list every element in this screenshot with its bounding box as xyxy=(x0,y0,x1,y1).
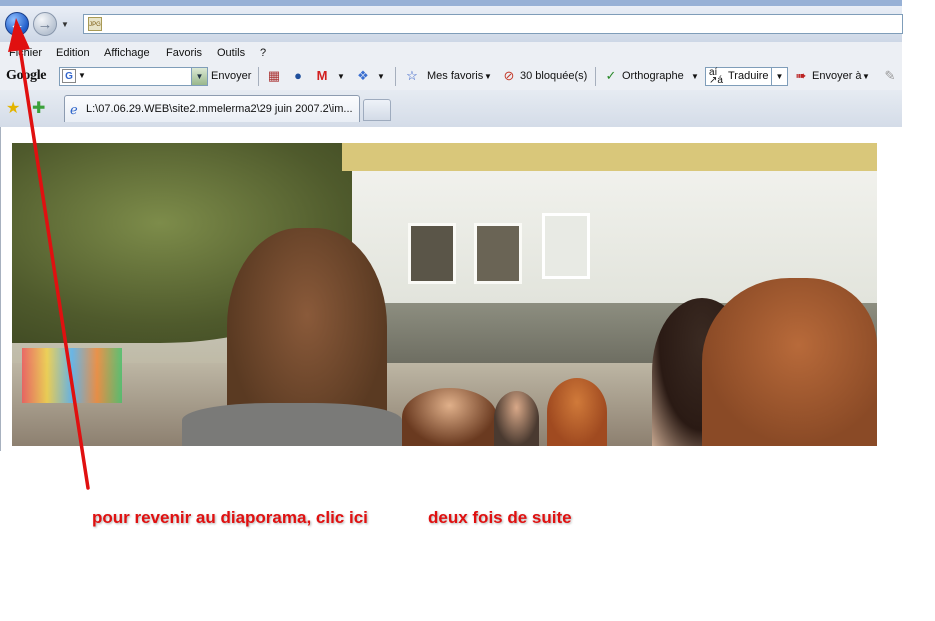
mural xyxy=(22,348,122,403)
caret-down-icon: ▼ xyxy=(78,71,86,80)
menu-edit[interactable]: Edition xyxy=(56,47,90,59)
forward-button[interactable]: → xyxy=(33,12,57,36)
translate-icon: aí ↗á xyxy=(709,67,723,86)
toolbar-separator xyxy=(595,67,596,86)
google-search-input[interactable]: G ▼ ▼ xyxy=(59,67,208,86)
popups-blocked-button[interactable]: 30 bloquée(s) xyxy=(520,70,587,82)
window xyxy=(542,213,590,279)
caret-down-icon[interactable]: ▼ xyxy=(771,68,787,85)
window xyxy=(408,223,456,284)
google-toolbar: Google G ▼ ▼ Envoyer ▦ ● M ▼ ❖ ▼ ☆ Mes f… xyxy=(0,64,902,91)
ie-page-icon: ℯ xyxy=(70,102,78,117)
translate-label: Traduire xyxy=(728,70,769,82)
browser-window: ← → ▼ JPG Fichier Edition Affichage Favo… xyxy=(0,0,903,128)
menu-favorites[interactable]: Favoris xyxy=(166,47,202,59)
menu-bar: Fichier Edition Affichage Favoris Outils… xyxy=(0,42,902,64)
jpg-file-icon: JPG xyxy=(88,17,102,31)
back-button[interactable]: ← xyxy=(5,12,29,36)
add-favorites-icon[interactable]: ✚ xyxy=(32,98,45,118)
person-face xyxy=(402,388,497,446)
highlighter-icon[interactable]: ✎ xyxy=(882,68,898,84)
popup-blocker-icon: ⊘ xyxy=(503,68,515,83)
pagerank-icon[interactable]: ▦ xyxy=(266,68,282,84)
history-dropdown-icon[interactable]: ▼ xyxy=(61,20,69,29)
person-auburn-hair xyxy=(702,278,877,446)
spellcheck-icon: ✓ xyxy=(605,68,617,83)
google-send-button[interactable]: Envoyer xyxy=(211,70,251,82)
globe-icon[interactable]: ● xyxy=(290,68,306,84)
caret-down-icon[interactable]: ▼ xyxy=(484,72,492,81)
search-dropdown-button[interactable]: ▼ xyxy=(191,68,207,85)
tab-bar: ★ ✚ ℯ L:\07.06.29.WEB\site2.mmelerma2\29… xyxy=(0,90,902,128)
navigation-bar: ← → ▼ JPG xyxy=(0,6,903,42)
instruction-text-left: pour revenir au diaporama, clic ici xyxy=(92,508,368,527)
toolbar-separator xyxy=(395,67,396,86)
google-g-icon: G xyxy=(62,69,76,83)
caret-down-icon[interactable]: ▼ xyxy=(862,72,870,81)
menu-help[interactable]: ? xyxy=(260,47,266,59)
star-outline-icon: ☆ xyxy=(406,68,418,83)
menu-view[interactable]: Affichage xyxy=(104,47,150,59)
send-to-icon: ➠ xyxy=(795,68,807,83)
window xyxy=(474,223,522,284)
person-shoulder xyxy=(182,403,402,446)
spellcheck-button[interactable]: Orthographe xyxy=(622,70,684,82)
gmail-icon[interactable]: M xyxy=(314,68,330,84)
translate-button[interactable]: aí ↗á Traduire ▼ xyxy=(705,67,788,86)
arrow-left-icon: ← xyxy=(9,15,25,33)
new-tab-button[interactable] xyxy=(363,99,391,121)
google-logo: Google xyxy=(6,68,47,83)
caret-down-icon[interactable]: ▼ xyxy=(337,72,345,81)
tab-title: L:\07.06.29.WEB\site2.mmelerma2\29 juin … xyxy=(86,103,353,115)
puzzle-icon[interactable]: ❖ xyxy=(355,68,371,84)
caret-down-icon[interactable]: ▼ xyxy=(691,72,699,81)
my-favorites-button[interactable]: Mes favoris xyxy=(427,70,483,82)
tab-image[interactable]: ℯ L:\07.06.29.WEB\site2.mmelerma2\29 jui… xyxy=(64,95,360,122)
send-to-button[interactable]: Envoyer à xyxy=(812,70,862,82)
photo-image xyxy=(12,143,877,446)
instruction-text-right: deux fois de suite xyxy=(428,508,572,527)
address-bar[interactable]: JPG xyxy=(83,14,903,34)
person-redhead xyxy=(547,378,607,446)
toolbar-separator xyxy=(258,67,259,86)
favorites-star-icon[interactable]: ★ xyxy=(6,98,20,118)
person-small xyxy=(494,391,539,446)
arrow-right-icon: → xyxy=(37,15,53,33)
menu-tools[interactable]: Outils xyxy=(217,47,245,59)
roof-edge xyxy=(342,143,877,171)
caret-down-icon[interactable]: ▼ xyxy=(377,72,385,81)
menu-file[interactable]: Fichier xyxy=(9,47,42,59)
